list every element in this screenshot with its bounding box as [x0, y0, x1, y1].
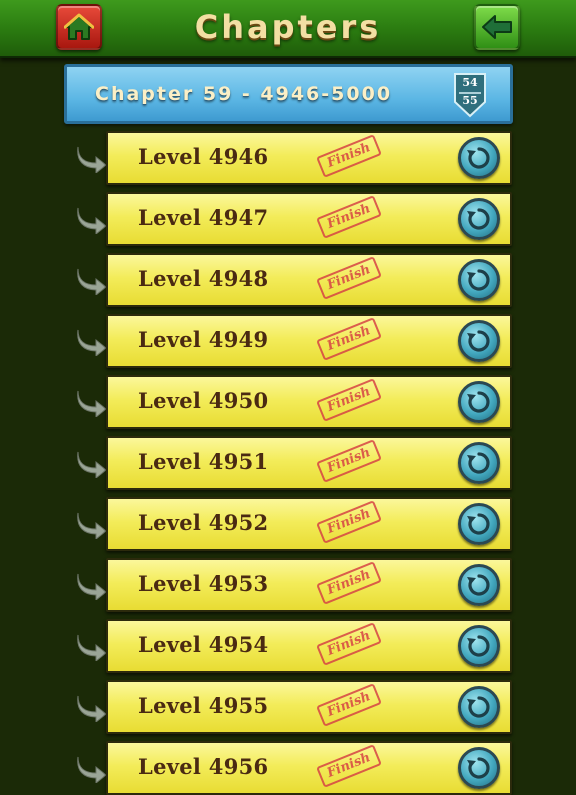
replay-button[interactable] [458, 564, 500, 606]
replay-button[interactable] [458, 137, 500, 179]
replay-button[interactable] [458, 320, 500, 362]
replay-button[interactable] [458, 686, 500, 728]
back-button[interactable] [474, 4, 520, 50]
finish-stamp: Finish [316, 561, 382, 605]
replay-icon [467, 513, 490, 535]
level-row[interactable]: Level 4956 Finish [106, 741, 512, 795]
level-row[interactable]: Level 4955 Finish [106, 680, 512, 734]
finish-stamp: Finish [316, 683, 382, 727]
level-row[interactable]: Level 4951 Finish [106, 436, 512, 490]
level-label: Level 4950 [138, 388, 269, 413]
finish-stamp: Finish [316, 256, 382, 300]
replay-button[interactable] [458, 198, 500, 240]
chapter-title: Chapter 59 - 4946-5000 [95, 83, 393, 105]
level-label: Level 4956 [138, 754, 269, 779]
replay-icon [467, 574, 490, 596]
curved-arrow-icon [74, 387, 108, 419]
replay-button[interactable] [458, 503, 500, 545]
replay-icon [467, 757, 490, 779]
level-row[interactable]: Level 4947 Finish [106, 192, 512, 246]
chapter-progress-badge: 54 55 [453, 72, 487, 118]
badge-top-value: 54 [462, 76, 478, 89]
curved-arrow-icon [74, 692, 108, 724]
curved-arrow-icon [74, 570, 108, 602]
curved-arrow-icon [74, 143, 108, 175]
finish-stamp: Finish [316, 500, 382, 544]
level-label: Level 4949 [138, 327, 269, 352]
replay-icon [467, 147, 490, 169]
replay-button[interactable] [458, 381, 500, 423]
level-row[interactable]: Level 4952 Finish [106, 497, 512, 551]
curved-arrow-icon [74, 265, 108, 297]
curved-arrow-icon [74, 448, 108, 480]
replay-icon [467, 635, 490, 657]
replay-icon [467, 208, 490, 230]
finish-stamp: Finish [316, 134, 382, 178]
level-row[interactable]: Level 4948 Finish [106, 253, 512, 307]
level-row[interactable]: Level 4949 Finish [106, 314, 512, 368]
replay-icon [467, 452, 490, 474]
level-row[interactable]: Level 4954 Finish [106, 619, 512, 673]
replay-button[interactable] [458, 747, 500, 789]
level-label: Level 4954 [138, 632, 269, 657]
replay-icon [467, 330, 490, 352]
replay-button[interactable] [458, 625, 500, 667]
curved-arrow-icon [74, 509, 108, 541]
top-bar: Chapters [0, 0, 576, 58]
finish-stamp: Finish [316, 317, 382, 361]
level-label: Level 4953 [138, 571, 269, 596]
finish-stamp: Finish [316, 744, 382, 788]
finish-stamp: Finish [316, 622, 382, 666]
back-arrow-icon [482, 15, 512, 39]
level-label: Level 4947 [138, 205, 269, 230]
replay-button[interactable] [458, 259, 500, 301]
finish-stamp: Finish [316, 378, 382, 422]
level-label: Level 4955 [138, 693, 269, 718]
finish-stamp: Finish [316, 439, 382, 483]
chapter-header: Chapter 59 - 4946-5000 54 55 [64, 64, 513, 124]
level-label: Level 4948 [138, 266, 269, 291]
level-row[interactable]: Level 4953 Finish [106, 558, 512, 612]
curved-arrow-icon [74, 204, 108, 236]
level-row[interactable]: Level 4946 Finish [106, 131, 512, 185]
curved-arrow-icon [74, 631, 108, 663]
finish-stamp: Finish [316, 195, 382, 239]
level-row[interactable]: Level 4950 Finish [106, 375, 512, 429]
curved-arrow-icon [74, 326, 108, 358]
replay-button[interactable] [458, 442, 500, 484]
curved-arrow-icon [74, 753, 108, 785]
level-label: Level 4952 [138, 510, 269, 535]
level-label: Level 4951 [138, 449, 269, 474]
replay-icon [467, 696, 490, 718]
level-label: Level 4946 [138, 144, 269, 169]
replay-icon [467, 269, 490, 291]
replay-icon [467, 391, 490, 413]
badge-bottom-value: 55 [462, 94, 478, 107]
